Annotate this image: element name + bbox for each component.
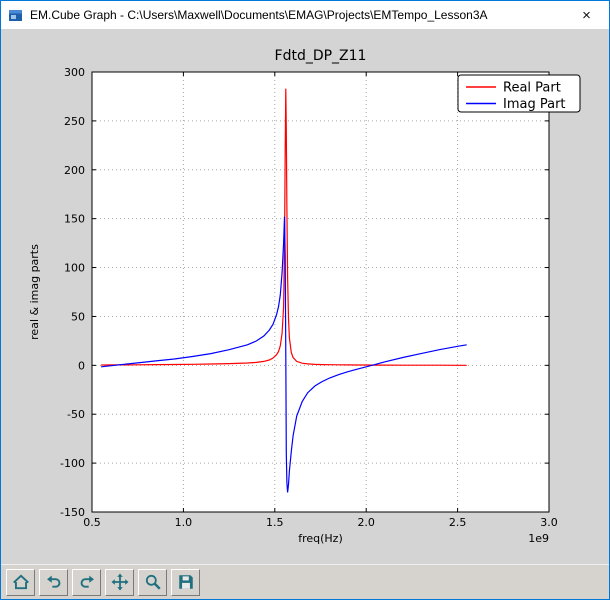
close-button[interactable]: × <box>564 1 609 29</box>
y-tick-label: 250 <box>64 115 85 128</box>
legend-label: Imag Part <box>503 97 566 112</box>
y-tick-label: 150 <box>64 213 85 226</box>
y-tick-label: -100 <box>60 457 85 470</box>
chart-title: Fdtd_DP_Z11 <box>275 48 367 64</box>
window-title: EM.Cube Graph - C:\Users\Maxwell\Documen… <box>30 8 558 22</box>
back-button[interactable] <box>39 569 68 596</box>
y-tick-label: 0 <box>78 359 85 372</box>
forward-arrow-icon <box>78 573 96 591</box>
y-tick-label: -150 <box>60 506 85 519</box>
home-button[interactable] <box>6 569 35 596</box>
y-tick-label: 100 <box>64 262 85 275</box>
forward-button[interactable] <box>72 569 101 596</box>
figure-canvas[interactable]: 0.5 1.0 1.5 2.0 2.5 3.0 -150 -100 -50 0 50 100 150 20… <box>1 29 609 564</box>
x-axis-label: freq(Hz) <box>298 532 343 545</box>
x-tick-label: 0.5 <box>83 516 101 529</box>
x-axis-offset-label: 1e9 <box>528 532 549 545</box>
x-tick-label: 1.5 <box>266 516 284 529</box>
plot-toolbar <box>1 564 609 599</box>
home-icon <box>12 573 30 591</box>
x-tick-label: 2.0 <box>357 516 375 529</box>
app-window: EM.Cube Graph - C:\Users\Maxwell\Documen… <box>0 0 610 600</box>
zoom-button[interactable] <box>138 569 167 596</box>
x-tick-label: 1.0 <box>175 516 193 529</box>
x-tick-label: 2.5 <box>449 516 467 529</box>
legend-label: Real Part <box>503 81 561 96</box>
back-arrow-icon <box>45 573 63 591</box>
y-axis-label: real & imag parts <box>28 244 41 340</box>
zoom-magnifier-icon <box>144 573 162 591</box>
titlebar[interactable]: EM.Cube Graph - C:\Users\Maxwell\Documen… <box>1 1 609 29</box>
y-tick-label: 300 <box>64 66 85 79</box>
x-tick-label: 3.0 <box>540 516 558 529</box>
y-tick-label: 50 <box>71 310 85 323</box>
app-icon[interactable] <box>8 7 24 23</box>
chart-svg: 0.5 1.0 1.5 2.0 2.5 3.0 -150 -100 -50 0 50 100 150 20… <box>1 29 609 565</box>
save-button[interactable] <box>171 569 200 596</box>
y-tick-label: -50 <box>67 408 85 421</box>
y-tick-label: 200 <box>64 164 85 177</box>
pan-arrows-icon <box>111 573 129 591</box>
pan-button[interactable] <box>105 569 134 596</box>
plot-area[interactable] <box>92 72 549 512</box>
save-floppy-icon <box>177 573 195 591</box>
